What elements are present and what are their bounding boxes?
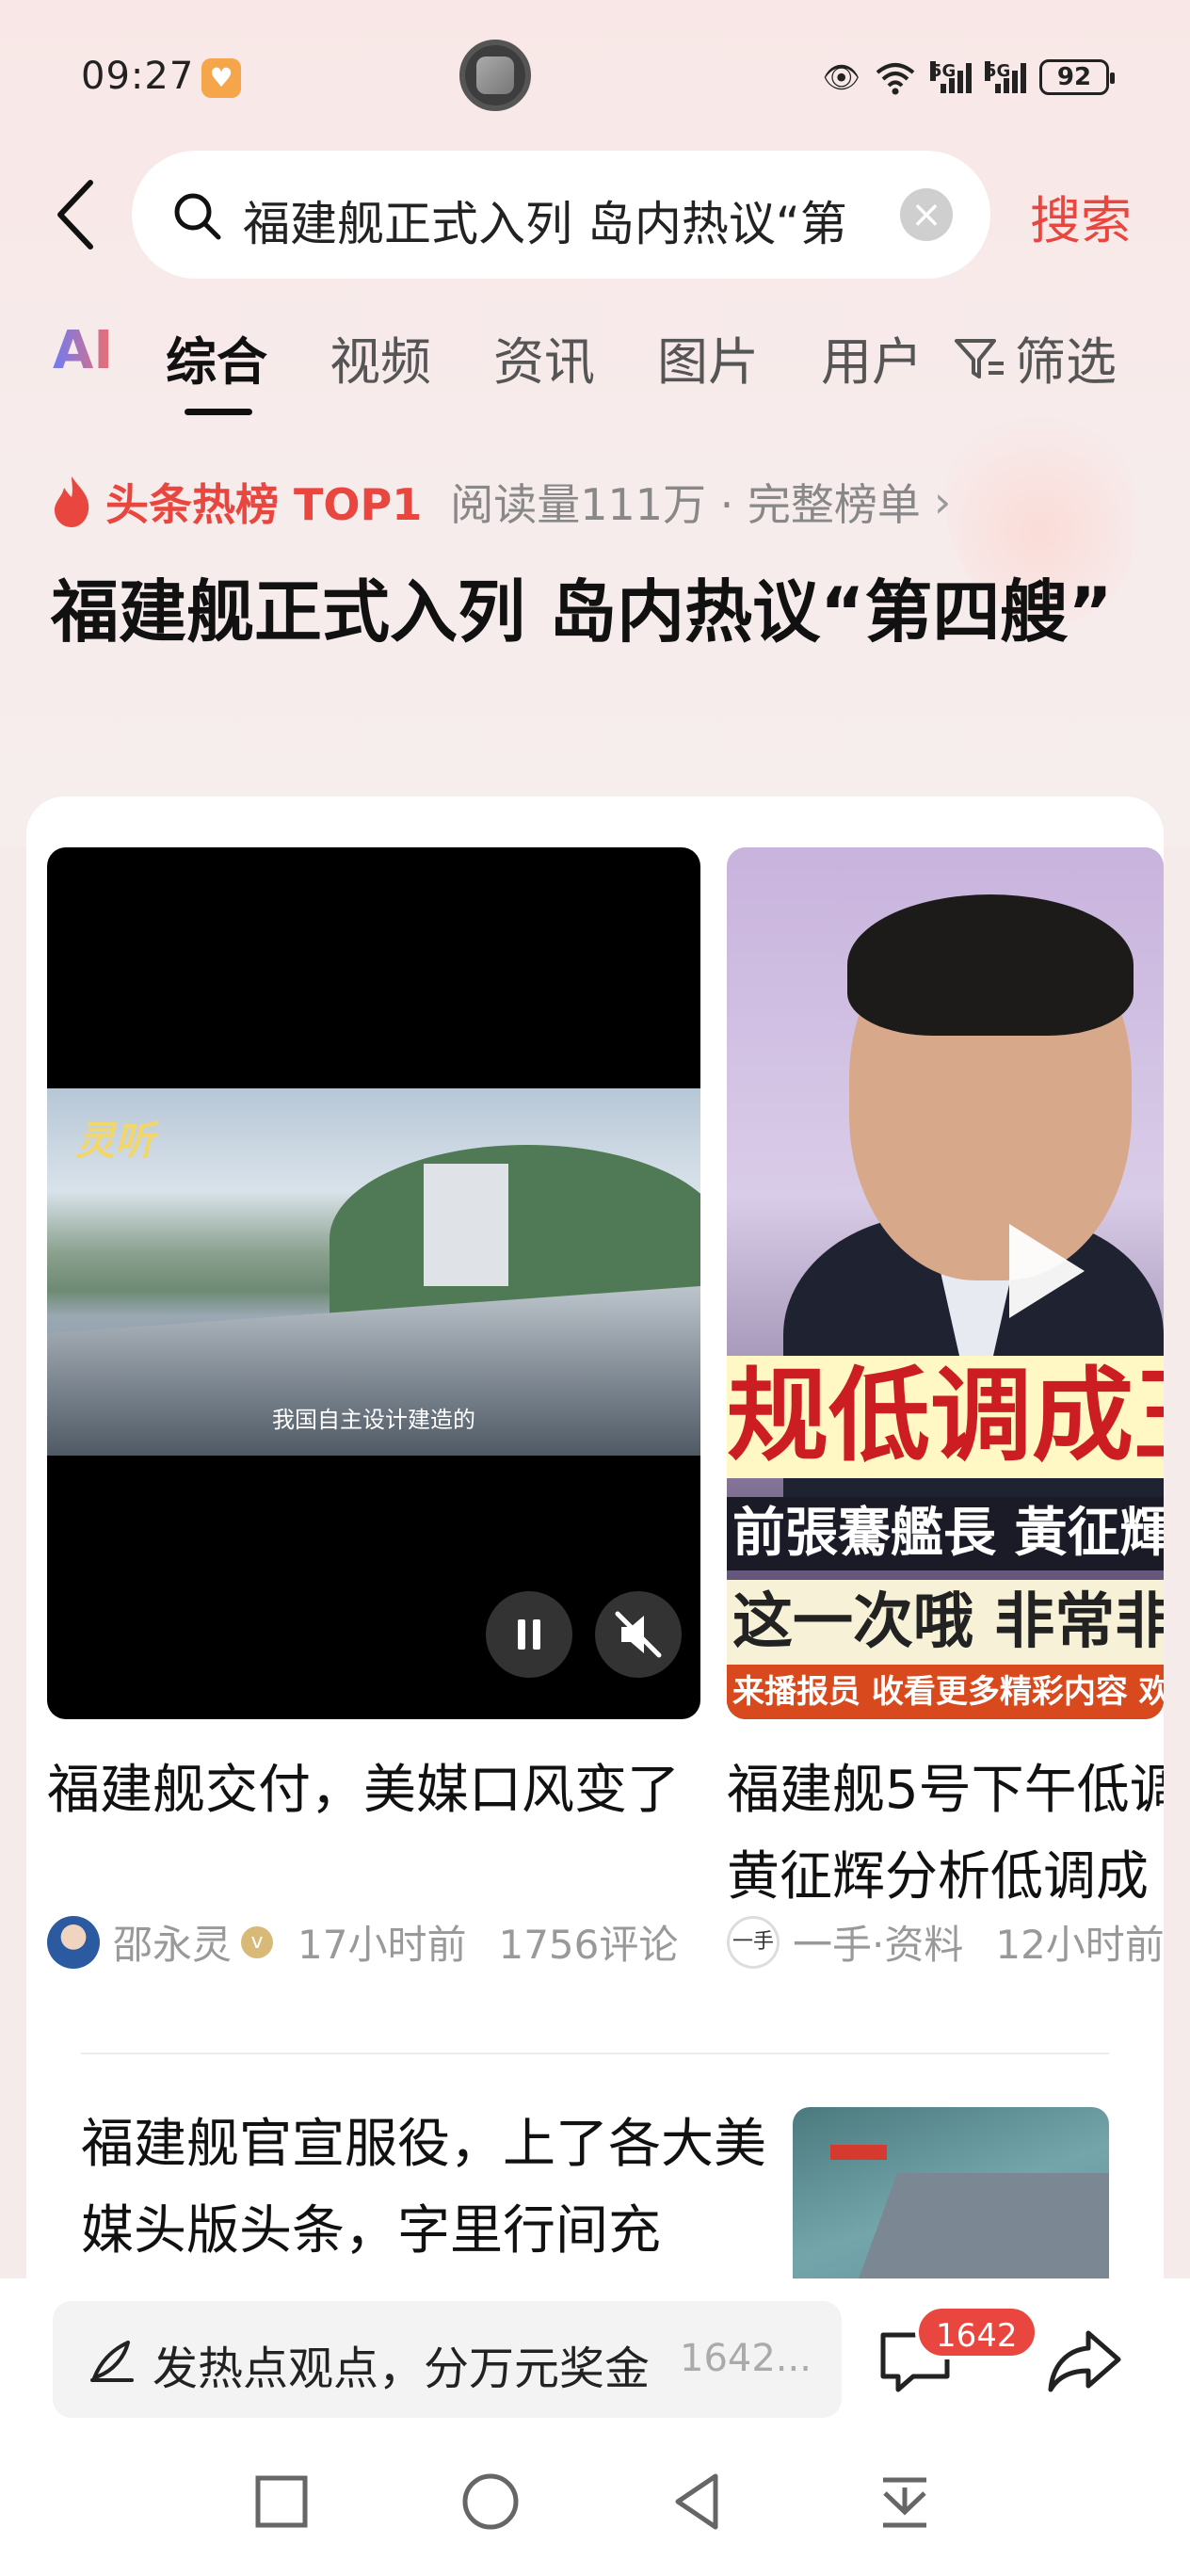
search-box[interactable]: 福建舰正式入列 岛内热议“第 × bbox=[132, 151, 990, 279]
video-caption-quote: 这一次哦 非常非 bbox=[727, 1580, 1164, 1665]
video-meta-1: 邵永灵 v 17小时前 1756评论 bbox=[47, 1913, 678, 1971]
video-caption-name: 前張騫艦長 黃征輝 bbox=[727, 1497, 1164, 1570]
play-icon[interactable] bbox=[1009, 1224, 1085, 1318]
publish-time: 12小时前 bbox=[995, 1922, 1165, 1968]
pause-button[interactable] bbox=[486, 1591, 572, 1678]
status-time: 09:27 bbox=[81, 55, 195, 98]
verified-badge-icon: v bbox=[241, 1925, 274, 1958]
cellular-signal-2-icon: 5G bbox=[985, 61, 1026, 93]
comment-count-badge: 1642 bbox=[915, 2305, 1038, 2359]
wifi-icon bbox=[876, 63, 915, 95]
video-thumbnail-2[interactable]: 规低调成王 前張騫艦長 黃征輝 这一次哦 非常非 来播报员 收看更多精彩内容 欢 bbox=[727, 847, 1164, 1719]
mute-button[interactable] bbox=[595, 1591, 682, 1678]
front-camera bbox=[459, 40, 531, 111]
status-icons: 👁 5G 5G 92 bbox=[822, 56, 1115, 98]
video-title-2-line2: 黄征辉分析低调成 bbox=[727, 1846, 1149, 1908]
hot-ranking-row[interactable]: 头条热榜 TOP1 阅读量111万 · 完整榜单 › bbox=[51, 471, 951, 533]
search-button[interactable]: 搜索 bbox=[1030, 179, 1132, 253]
speaker-muted-icon bbox=[615, 1611, 662, 1658]
comment-count: 1756评论 bbox=[498, 1922, 679, 1968]
video-thumbnail-1[interactable]: 灵听 我国自主设计建造的 bbox=[47, 847, 700, 1719]
video-title-2[interactable]: 福建舰5号下午低调 黄征辉分析低调成 bbox=[727, 1747, 1164, 1921]
clear-icon[interactable]: × bbox=[900, 188, 953, 241]
back-nav-icon[interactable] bbox=[665, 2469, 731, 2535]
back-arrow-icon[interactable] bbox=[53, 177, 100, 252]
tab-ai[interactable]: AI bbox=[53, 320, 113, 381]
cellular-signal-1-icon: 5G bbox=[930, 61, 972, 93]
hot-ranking-badge: 头条热榜 TOP1 bbox=[105, 479, 423, 530]
home-icon[interactable] bbox=[458, 2469, 523, 2535]
hot-ranking-meta: 阅读量111万 · 完整榜单 bbox=[450, 479, 921, 530]
search-input[interactable]: 福建舰正式入列 岛内热议“第 bbox=[243, 179, 892, 250]
tab-video[interactable]: 视频 bbox=[330, 320, 431, 394]
pause-icon bbox=[518, 1619, 540, 1650]
video-watermark: 灵听 bbox=[75, 1118, 155, 1164]
comment-count-hint: 1642... bbox=[680, 2337, 812, 2380]
comment-input[interactable]: 发热点观点，分万元奖金 1642... bbox=[53, 2301, 842, 2418]
tab-comprehensive[interactable]: 综合 bbox=[166, 320, 267, 394]
video-subtitle: 我国自主设计建造的 bbox=[272, 1407, 475, 1433]
filter-button[interactable]: 筛选 bbox=[951, 320, 1117, 394]
video-caption-footer: 来播报员 收看更多精彩内容 欢 bbox=[727, 1665, 1164, 1719]
pen-icon bbox=[90, 2341, 134, 2382]
category-tabs: AI 综合 视频 资讯 图片 用户 筛选 bbox=[0, 320, 1190, 424]
avatar[interactable]: 一手 bbox=[727, 1915, 780, 1969]
chevron-right-icon: › bbox=[933, 476, 952, 527]
carrier-scene-image: 灵听 我国自主设计建造的 bbox=[47, 1088, 700, 1456]
results-card: 灵听 我国自主设计建造的 规低调成王 前張騫艦長 黃征輝 这一次哦 非常非 来播… bbox=[26, 797, 1165, 2416]
filter-icon bbox=[955, 338, 1004, 378]
eye-icon: 👁 bbox=[822, 59, 860, 95]
search-query: 福建舰正式入列 岛内热议“第 bbox=[243, 197, 847, 250]
search-icon bbox=[174, 193, 221, 240]
divider bbox=[81, 2053, 1109, 2054]
author-name[interactable]: 一手·资料 bbox=[793, 1913, 963, 1971]
filter-label: 筛选 bbox=[1015, 332, 1117, 392]
battery-indicator: 92 bbox=[1039, 59, 1115, 95]
avatar[interactable] bbox=[47, 1915, 100, 1969]
system-nav-bar bbox=[0, 2435, 1190, 2576]
bottom-comment-bar: 发热点观点，分万元奖金 1642... 1642 bbox=[0, 2278, 1190, 2435]
video-title-2-line1: 福建舰5号下午低调 bbox=[727, 1760, 1164, 1821]
video-caption-main: 规低调成王 bbox=[727, 1356, 1164, 1478]
notification-pull-icon[interactable] bbox=[872, 2469, 938, 2535]
tab-news[interactable]: 资讯 bbox=[493, 320, 595, 394]
topic-headline[interactable]: 福建舰正式入列 岛内热议“第四艘” bbox=[51, 561, 1124, 663]
status-bar: 09:27 ♥ 👁 5G 5G 92 bbox=[0, 38, 1190, 113]
recent-apps-icon[interactable] bbox=[249, 2469, 314, 2535]
publish-time: 17小时前 bbox=[298, 1922, 467, 1968]
comment-placeholder: 发热点观点，分万元奖金 bbox=[153, 2343, 651, 2395]
app-notification-icon: ♥ bbox=[201, 58, 241, 98]
article-title[interactable]: 福建舰官宣服役，上了各大美媒头版头条，字里行间充 bbox=[81, 2101, 789, 2275]
tab-users[interactable]: 用户 bbox=[821, 320, 923, 394]
active-tab-indicator bbox=[185, 409, 252, 415]
video-title-1[interactable]: 福建舰交付，美媒口风变了 bbox=[47, 1747, 700, 1834]
video-meta-2: 一手 一手·资料 12小时前 bbox=[727, 1913, 1165, 1971]
author-name[interactable]: 邵永灵 bbox=[113, 1913, 232, 1971]
tab-images[interactable]: 图片 bbox=[657, 320, 759, 394]
share-icon[interactable] bbox=[1045, 2326, 1124, 2397]
flame-icon bbox=[55, 476, 89, 527]
